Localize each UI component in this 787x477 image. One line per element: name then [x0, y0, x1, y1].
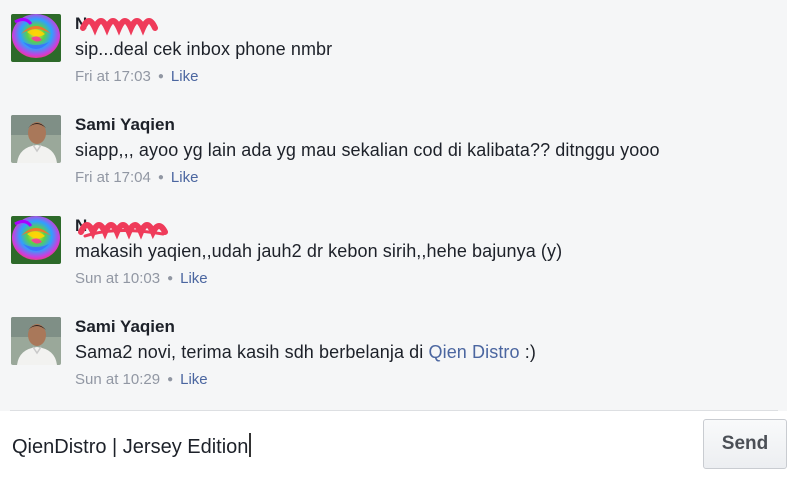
send-button[interactable]: Send [703, 419, 787, 469]
comment-meta: Fri at 17:04 ● Like [75, 169, 198, 186]
like-link[interactable]: Like [171, 169, 199, 186]
comment-input-value[interactable]: QienDistro | Jersey Edition [12, 436, 248, 458]
page-link[interactable]: Qien Distro [429, 342, 520, 362]
comment-author[interactable]: Sami Yaqien [75, 317, 175, 337]
man-photo-avatar[interactable] [11, 317, 61, 365]
comment-timestamp[interactable]: Sun at 10:03 [75, 270, 160, 287]
comment-meta: Sun at 10:03 ● Like [75, 270, 208, 287]
comment-text: sip...deal cek inbox phone nmbr [75, 39, 333, 59]
comment-item: N makasih yaqien,,udah jauh2 dr kebon si… [0, 202, 787, 297]
separator-dot: ● [157, 71, 164, 82]
comment-meta: Fri at 17:03 ● Like [75, 68, 198, 85]
comment-timestamp[interactable]: Sun at 10:29 [75, 371, 160, 388]
like-link[interactable]: Like [180, 270, 208, 287]
text-caret [249, 433, 251, 457]
comment-item: Sami Yaqien siapp,,, ayoo yg lain ada yg… [0, 101, 787, 196]
comment-text: siapp,,, ayoo yg lain ada yg mau sekalia… [75, 140, 660, 160]
comment-timestamp[interactable]: Fri at 17:04 [75, 169, 151, 186]
comment-timestamp[interactable]: Fri at 17:03 [75, 68, 151, 85]
redaction-scribble [80, 18, 158, 36]
comment-meta: Sun at 10:29 ● Like [75, 371, 208, 388]
man-photo-avatar[interactable] [11, 115, 61, 163]
rainbow-rose-avatar[interactable] [11, 216, 61, 264]
separator-dot: ● [167, 273, 174, 284]
like-link[interactable]: Like [180, 371, 208, 388]
comment-item: Sami Yaqien Sama2 novi, terima kasih sdh… [0, 303, 787, 398]
rainbow-rose-avatar[interactable] [11, 14, 61, 62]
comment-text: Sama2 novi, terima kasih sdh berbelanja … [75, 342, 536, 362]
comment-author[interactable]: Sami Yaqien [75, 115, 175, 135]
comment-input[interactable]: QienDistro | Jersey Edition [12, 433, 251, 459]
separator-dot: ● [157, 172, 164, 183]
separator-dot: ● [167, 374, 174, 385]
comment-item: N sip...deal cek inbox phone nmbr Fri at… [0, 0, 787, 95]
redaction-scribble [78, 222, 168, 240]
comment-text: makasih yaqien,,udah jauh2 dr kebon siri… [75, 241, 563, 261]
comment-thread: N sip...deal cek inbox phone nmbr Fri at… [0, 0, 787, 410]
like-link[interactable]: Like [171, 68, 199, 85]
comment-composer: QienDistro | Jersey Edition Send [0, 411, 787, 477]
